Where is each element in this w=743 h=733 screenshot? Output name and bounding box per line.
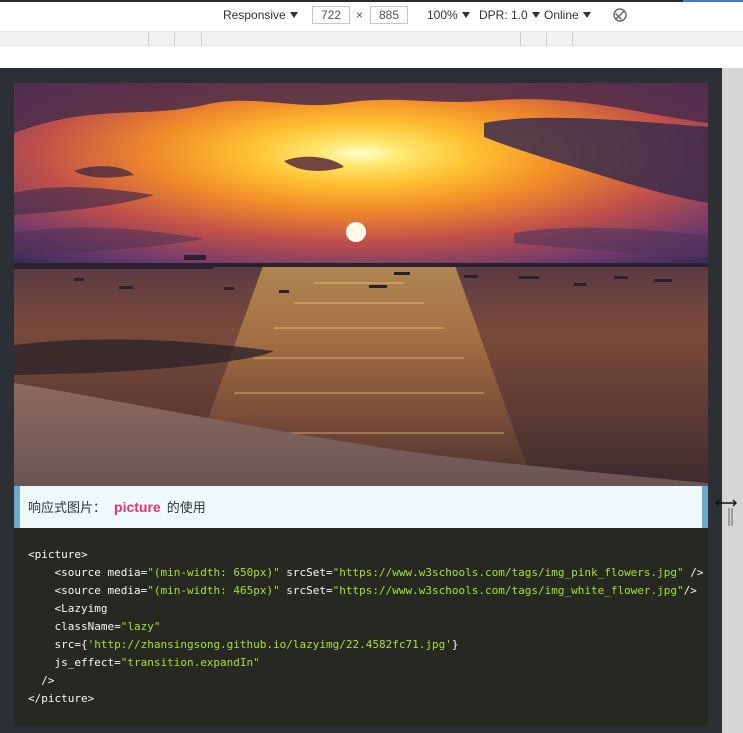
toolbar-spacer — [0, 46, 743, 68]
sunset-photo — [14, 83, 708, 486]
code-token: js_effect= — [28, 656, 121, 669]
code-line: <source media="(min-width: 650px)" srcSe… — [28, 564, 703, 582]
viewport-gutter — [722, 68, 743, 733]
code-token: 'http://zhansingsong.github.io/lazyimg/2… — [87, 638, 452, 651]
code-block: <picture> <source media="(min-width: 650… — [14, 528, 708, 726]
code-token: <source — [28, 584, 108, 597]
code-token: "(min-width: 650px)" — [147, 566, 280, 579]
zoom-dropdown[interactable]: 100% — [427, 6, 470, 25]
rotate-icon[interactable] — [612, 7, 628, 23]
code-line: </picture> — [28, 690, 694, 708]
sunset-image — [14, 83, 708, 486]
chevron-down-icon — [582, 12, 591, 18]
dpr-dropdown[interactable]: DPR: 1.0 — [479, 6, 540, 25]
code-line: /> — [28, 672, 694, 690]
code-token: } — [451, 638, 459, 651]
device-toolbar: Responsive 722 × 885 100% DPR: 1.0 Onlin… — [0, 0, 743, 32]
code-token: media= — [107, 584, 148, 597]
code-token: media= — [107, 566, 148, 579]
caption-prefix: 响应式图片： — [28, 501, 107, 516]
viewport-width-input[interactable]: 722 — [312, 6, 350, 24]
device-mode-dropdown[interactable]: Responsive — [223, 6, 298, 25]
code-line: <source media="(min-width: 465px)" srcSe… — [28, 582, 697, 600]
ruler-tick — [201, 32, 202, 46]
ruler-tick — [174, 32, 175, 46]
media-query-ruler — [0, 32, 743, 46]
ruler-tick — [572, 32, 573, 46]
code-token: /> — [683, 584, 697, 597]
code-line: className="lazy" — [28, 618, 694, 636]
ruler-tick — [546, 32, 547, 46]
chevron-down-icon — [531, 12, 540, 18]
image-caption: 响应式图片： picture 的使用 — [14, 486, 708, 528]
code-token: "transition.expandIn" — [120, 656, 260, 669]
chevron-down-icon — [289, 12, 298, 18]
code-token: srcSet= — [279, 584, 333, 597]
code-token: "(min-width: 465px)" — [147, 584, 280, 597]
caption-tag: picture — [114, 499, 161, 515]
code-token: src={ — [28, 638, 88, 651]
code-token: "https://www.w3schools.com/tags/img_pink… — [332, 566, 684, 579]
code-line: js_effect="transition.expandIn" — [28, 654, 694, 672]
ruler-tick — [148, 32, 149, 46]
dpr-label: DPR: 1.0 — [479, 8, 528, 22]
code-line: src={'http://zhansingsong.github.io/lazy… — [28, 636, 694, 654]
code-token: <Lazyimg — [28, 602, 108, 615]
network-throttle-dropdown[interactable]: Online — [544, 6, 591, 25]
code-line: <picture> — [28, 546, 694, 564]
device-mode-label: Responsive — [223, 8, 286, 22]
toolbar-top-edge — [0, 0, 743, 2]
dimension-separator: × — [356, 8, 364, 22]
caption-suffix: 的使用 — [166, 501, 206, 516]
code-token: /> — [28, 674, 55, 687]
code-token: className= — [28, 620, 121, 633]
network-label: Online — [544, 8, 579, 22]
chevron-down-icon — [461, 12, 470, 18]
code-token: <picture> — [28, 548, 88, 561]
ruler-tick — [520, 32, 521, 46]
zoom-label: 100% — [427, 8, 458, 22]
code-token: srcSet= — [279, 566, 333, 579]
code-line: <Lazyimg — [28, 600, 694, 618]
viewport-height-input[interactable]: 885 — [370, 6, 408, 24]
code-token: "https://www.w3schools.com/tags/img_whit… — [332, 584, 684, 597]
code-token: /> — [683, 566, 704, 579]
code-token: <source — [28, 566, 108, 579]
code-token: </picture> — [28, 692, 95, 705]
resize-handle-icon[interactable] — [714, 494, 738, 528]
code-token: "lazy" — [120, 620, 161, 633]
